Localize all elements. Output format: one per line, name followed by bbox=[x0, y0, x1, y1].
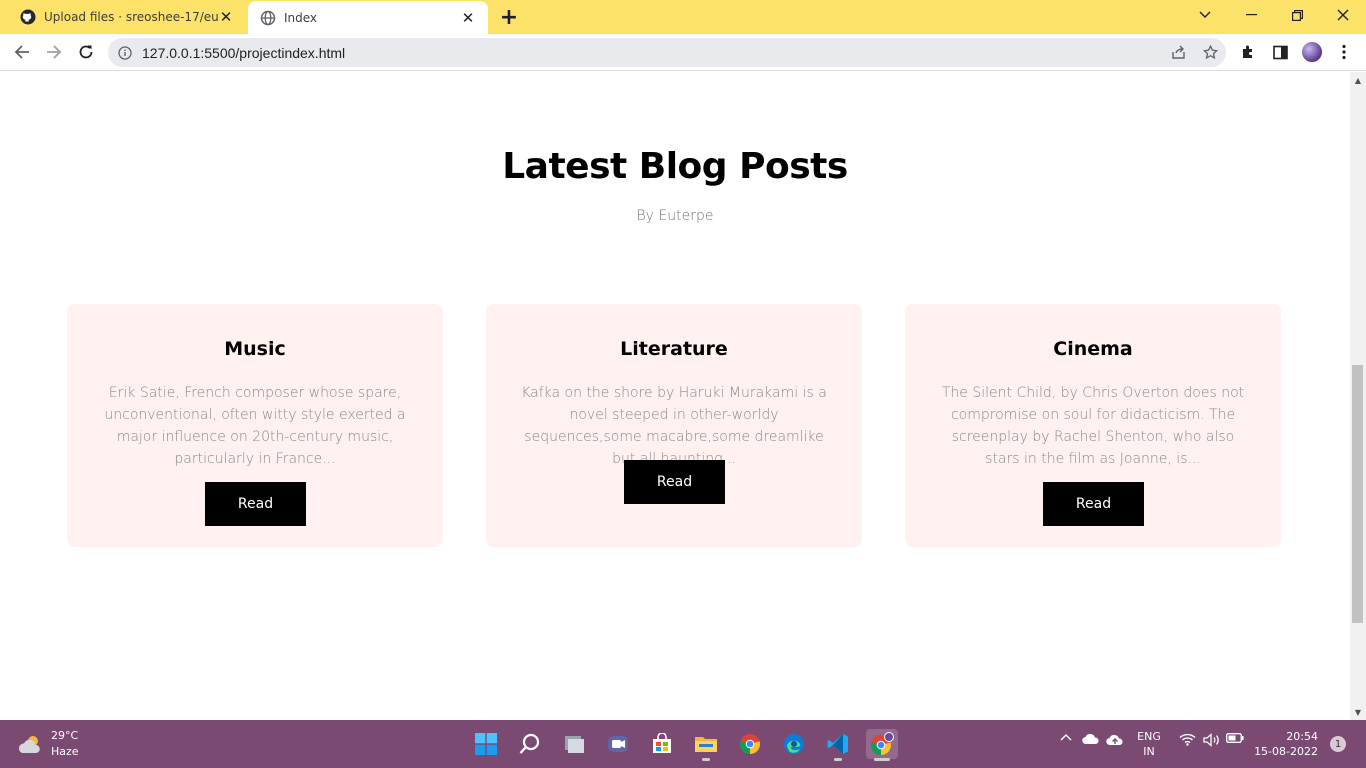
star-icon[interactable] bbox=[1194, 45, 1226, 60]
chrome-icon[interactable] bbox=[734, 729, 766, 759]
clock-time: 20:54 bbox=[1286, 730, 1318, 743]
file-explorer-icon[interactable] bbox=[690, 729, 722, 761]
onedrive-icon[interactable] bbox=[1082, 733, 1100, 745]
running-indicator bbox=[702, 758, 710, 761]
profile-avatar[interactable] bbox=[1301, 41, 1323, 63]
scroll-down-icon[interactable]: ▼ bbox=[1350, 704, 1366, 720]
tab-index[interactable]: Index ✕ bbox=[248, 1, 488, 34]
close-icon[interactable]: ✕ bbox=[218, 8, 234, 26]
side-panel-icon[interactable] bbox=[1267, 39, 1293, 65]
page-subtitle: By Euterpe bbox=[636, 208, 714, 224]
teams-chat-icon[interactable] bbox=[602, 729, 634, 759]
running-indicator bbox=[834, 758, 842, 761]
address-bar[interactable]: 127.0.0.1:5500/projectindex.html bbox=[108, 38, 1226, 67]
active-indicator bbox=[874, 758, 890, 761]
region-code: IN bbox=[1143, 745, 1155, 758]
language-code: ENG bbox=[1137, 730, 1161, 743]
store-icon[interactable] bbox=[646, 729, 678, 759]
wifi-icon[interactable] bbox=[1178, 733, 1196, 746]
page-title: Latest Blog Posts bbox=[502, 146, 848, 187]
card-excerpt: Erik Satie, French composer whose spare,… bbox=[104, 385, 406, 467]
back-icon[interactable] bbox=[8, 38, 36, 66]
card-title: Cinema bbox=[1053, 338, 1133, 360]
search-icon[interactable] bbox=[514, 729, 546, 759]
chevron-up-icon[interactable] bbox=[1058, 733, 1074, 741]
clock-date: 15-08-2022 bbox=[1254, 745, 1318, 758]
tab-title: Index bbox=[284, 10, 318, 25]
chevron-down-icon[interactable] bbox=[1182, 0, 1228, 30]
edge-icon[interactable] bbox=[778, 729, 810, 759]
github-icon bbox=[20, 9, 36, 25]
cloud-upload-icon[interactable] bbox=[1106, 733, 1124, 747]
tab-title: Upload files · sreoshee-17/euterp bbox=[44, 10, 218, 24]
share-icon[interactable] bbox=[1162, 45, 1194, 60]
vscode-icon[interactable] bbox=[822, 729, 854, 761]
card-excerpt: Kafka on the shore by Haruki Murakami is… bbox=[521, 385, 827, 467]
weather-haze-icon[interactable] bbox=[18, 733, 44, 755]
globe-icon bbox=[260, 10, 276, 26]
system-clock[interactable]: 20:54 15-08-2022 bbox=[1252, 729, 1318, 759]
read-button[interactable]: Read bbox=[624, 460, 725, 504]
blog-card-music: Music Erik Satie, French composer whose … bbox=[67, 304, 443, 547]
tab-strip: Upload files · sreoshee-17/euterp ✕ Inde… bbox=[0, 0, 1366, 34]
notification-badge[interactable]: 1 bbox=[1330, 736, 1346, 752]
read-button[interactable]: Read bbox=[1043, 482, 1144, 526]
read-button[interactable]: Read bbox=[205, 482, 306, 526]
window-close-icon[interactable] bbox=[1320, 0, 1366, 30]
page-viewport: Latest Blog Posts By Euterpe Music Erik … bbox=[0, 72, 1350, 720]
more-menu-icon[interactable] bbox=[1331, 39, 1357, 65]
blog-card-cinema: Cinema The Silent Child, by Chris Overto… bbox=[905, 304, 1281, 547]
extensions-icon[interactable] bbox=[1235, 39, 1261, 65]
card-excerpt: The Silent Child, by Chris Overton does … bbox=[941, 385, 1245, 467]
restore-icon[interactable] bbox=[1274, 0, 1320, 30]
info-icon[interactable] bbox=[108, 45, 142, 60]
weather-temperature: 29°C bbox=[51, 729, 79, 742]
scroll-up-icon[interactable]: ▲ bbox=[1350, 72, 1366, 88]
scrollbar-thumb[interactable] bbox=[1352, 365, 1363, 623]
start-icon[interactable] bbox=[470, 729, 502, 759]
url-text: 127.0.0.1:5500/projectindex.html bbox=[142, 44, 346, 61]
reload-icon[interactable] bbox=[72, 38, 100, 66]
minimize-icon[interactable] bbox=[1228, 0, 1274, 30]
weather-description: Haze bbox=[51, 745, 79, 758]
tab-upload-files[interactable]: Upload files · sreoshee-17/euterp ✕ bbox=[0, 0, 246, 34]
close-icon[interactable]: ✕ bbox=[460, 9, 476, 27]
chrome-profile-icon[interactable] bbox=[866, 729, 898, 761]
card-title: Music bbox=[224, 338, 286, 360]
browser-toolbar: 127.0.0.1:5500/projectindex.html bbox=[0, 34, 1366, 71]
forward-icon[interactable] bbox=[40, 38, 68, 66]
blog-card-literature: Literature Kafka on the shore by Haruki … bbox=[486, 304, 862, 547]
language-indicator[interactable]: ENG IN bbox=[1136, 729, 1162, 759]
card-title: Literature bbox=[620, 338, 728, 360]
new-tab-button[interactable]: + bbox=[497, 5, 521, 30]
battery-icon[interactable] bbox=[1226, 733, 1244, 743]
task-view-icon[interactable] bbox=[558, 729, 590, 759]
volume-icon[interactable] bbox=[1202, 733, 1220, 747]
